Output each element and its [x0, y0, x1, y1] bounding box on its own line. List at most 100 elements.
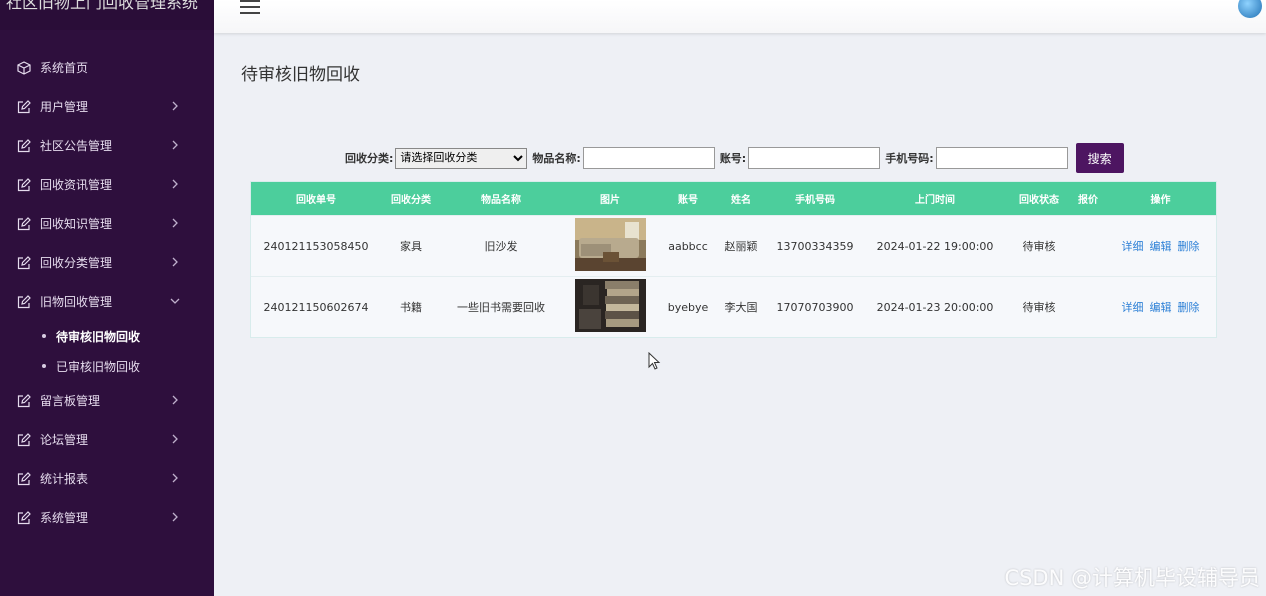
col-header: 图片 — [600, 195, 620, 206]
sidebar-item-forum[interactable]: 论坛管理 — [0, 420, 214, 459]
phone-label: 手机号码: — [885, 152, 934, 165]
col-header: 回收单号 — [296, 195, 336, 206]
account-label: 账号: — [719, 152, 747, 165]
delete-link[interactable]: 删除 — [1178, 299, 1200, 315]
chevron-right-icon — [168, 255, 182, 269]
cell-phone: 13700334359 — [776, 239, 854, 253]
detail-link[interactable]: 详细 — [1122, 299, 1144, 315]
edit-icon — [16, 294, 32, 310]
chevron-right-icon — [168, 99, 182, 113]
cell-account: byebye — [667, 300, 709, 314]
bullet-dot — [42, 334, 46, 338]
cell-id: 240121150602674 — [263, 300, 369, 314]
sidebar-item-label: 回收分类管理 — [40, 256, 113, 270]
col-header: 物品名称 — [481, 195, 521, 206]
item-name-label: 物品名称: — [532, 152, 581, 165]
sidebar-item-knowledge[interactable]: 回收知识管理 — [0, 204, 214, 243]
cell-name: 一些旧书需要回收 — [457, 301, 545, 314]
col-header: 操作 — [1150, 195, 1171, 206]
cube-icon — [16, 60, 32, 76]
edit-icon — [16, 255, 32, 271]
page-title: 待审核旧物回收 — [241, 65, 360, 85]
category-select[interactable]: 请选择回收分类 — [395, 147, 528, 169]
category-label: 回收分类: — [345, 152, 394, 165]
cell-status: 待审核 — [1022, 301, 1056, 314]
sidebar-item-news[interactable]: 回收资讯管理 — [0, 165, 214, 204]
detail-link[interactable]: 详细 — [1122, 238, 1144, 254]
sofa-photo[interactable] — [574, 218, 646, 271]
avatar[interactable] — [1238, 0, 1262, 18]
chevron-right-icon — [168, 471, 182, 485]
sidebar-item-label: 社区公告管理 — [40, 139, 113, 153]
edit-icon — [16, 471, 32, 487]
phone-input[interactable] — [935, 147, 1068, 169]
edit-icon — [16, 216, 32, 232]
col-header: 报价 — [1078, 195, 1098, 206]
table-row: 240121153058450 家具 旧沙发 aabbcc 赵丽颖 137003… — [251, 215, 1216, 276]
chevron-right-icon — [168, 432, 182, 446]
sidebar-item-label: 系统首页 — [40, 61, 89, 75]
sidebar-subitem-pending[interactable]: 待审核旧物回收 — [0, 321, 214, 351]
edit-icon — [16, 177, 32, 193]
col-header: 上门时间 — [915, 195, 955, 206]
app-title: 社区旧物上门回收管理系统 — [0, 0, 214, 30]
books-photo[interactable] — [574, 279, 646, 332]
chevron-right-icon — [168, 393, 182, 407]
sidebar-subitem-approved[interactable]: 已审核旧物回收 — [0, 351, 214, 381]
sidebar-item-categories[interactable]: 回收分类管理 — [0, 243, 214, 282]
item-name-input[interactable] — [582, 147, 715, 169]
chevron-right-icon — [168, 216, 182, 230]
cell-phone: 17070703900 — [776, 300, 854, 314]
chevron-right-icon — [168, 510, 182, 524]
sidebar-subitem-label: 待审核旧物回收 — [56, 329, 141, 344]
cell-name: 旧沙发 — [484, 240, 518, 253]
sidebar: 社区旧物上门回收管理系统 系统首页 用户管理 社区公告管理 回收资讯管理 回收知… — [0, 0, 214, 596]
col-header: 账号 — [678, 195, 698, 206]
table-row: 240121150602674 书籍 一些旧书需要回收 byebye 李大国 1… — [251, 276, 1216, 337]
sidebar-item-label: 统计报表 — [40, 472, 89, 486]
cell-time: 2024-01-23 20:00:00 — [876, 300, 994, 314]
table-header: 回收单号 回收分类 物品名称 图片 账号 姓名 手机号码 上门时间 回收状态 报… — [251, 182, 1216, 215]
cell-image — [561, 279, 659, 335]
delete-link[interactable]: 删除 — [1178, 238, 1200, 254]
sidebar-item-reports[interactable]: 统计报表 — [0, 459, 214, 498]
edit-link[interactable]: 编辑 — [1150, 299, 1172, 315]
col-header: 回收分类 — [391, 195, 431, 206]
edit-icon — [16, 138, 32, 154]
edit-icon — [16, 99, 32, 115]
cell-actions: 详细 编辑 删除 — [1103, 238, 1218, 254]
sidebar-item-users[interactable]: 用户管理 — [0, 87, 214, 126]
cell-time: 2024-01-22 19:00:00 — [876, 239, 994, 253]
cell-person: 赵丽颖 — [724, 240, 758, 253]
chevron-down-icon — [168, 294, 182, 308]
cell-account: aabbcc — [668, 239, 708, 253]
sidebar-item-label: 论坛管理 — [40, 433, 89, 447]
edit-icon — [16, 393, 32, 409]
sidebar-item-label: 用户管理 — [40, 100, 89, 114]
sidebar-item-system[interactable]: 系统管理 — [0, 498, 214, 537]
chevron-right-icon — [168, 177, 182, 191]
search-button[interactable]: 搜索 — [1075, 143, 1124, 173]
sidebar-item-messages[interactable]: 留言板管理 — [0, 381, 214, 420]
sidebar-menu: 系统首页 用户管理 社区公告管理 回收资讯管理 回收知识管理 回收分类管理 旧物… — [0, 48, 214, 537]
edit-icon — [16, 432, 32, 448]
edit-link[interactable]: 编辑 — [1150, 238, 1172, 254]
sidebar-item-label: 留言板管理 — [40, 394, 101, 408]
cell-id: 240121153058450 — [263, 239, 369, 253]
sidebar-item-notices[interactable]: 社区公告管理 — [0, 126, 214, 165]
cell-image — [561, 218, 659, 274]
bullet-dot — [42, 364, 46, 368]
sidebar-item-home[interactable]: 系统首页 — [0, 48, 214, 87]
col-header: 手机号码 — [795, 195, 835, 206]
data-table: 回收单号 回收分类 物品名称 图片 账号 姓名 手机号码 上门时间 回收状态 报… — [250, 181, 1217, 338]
col-header: 回收状态 — [1019, 195, 1059, 206]
account-input[interactable] — [748, 147, 881, 169]
sidebar-item-label: 回收知识管理 — [40, 217, 113, 231]
search-bar: 回收分类: 请选择回收分类 物品名称: 账号: 手机号码: 搜索 — [345, 143, 1124, 173]
col-header: 姓名 — [731, 195, 751, 206]
sidebar-item-label: 回收资讯管理 — [40, 178, 113, 192]
sidebar-item-recycling[interactable]: 旧物回收管理 — [0, 282, 214, 321]
cell-category: 书籍 — [400, 301, 422, 314]
menu-toggle-icon[interactable] — [240, 0, 260, 14]
sidebar-item-label: 系统管理 — [40, 511, 89, 525]
